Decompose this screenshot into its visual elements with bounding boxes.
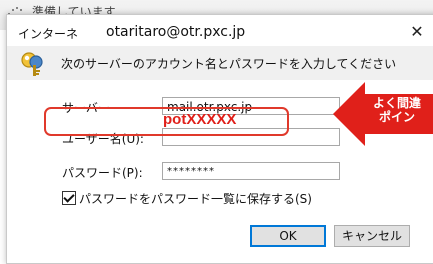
cancel-button[interactable]: キャンセル	[334, 225, 410, 247]
username-value-annotation: potXXXXX	[163, 111, 237, 128]
callout-line-2: ポイン	[379, 110, 416, 124]
save-password-label: パスワードをパスワード一覧に保存する(S)	[79, 192, 312, 206]
save-password-option[interactable]: パスワードをパスワード一覧に保存する(S)	[62, 190, 312, 207]
save-password-checkbox[interactable]	[62, 191, 76, 205]
close-button[interactable]: ✕	[405, 21, 429, 43]
password-label: パスワード(P):	[62, 166, 143, 180]
warning-callout: よく間違 ポイン	[333, 78, 433, 150]
dialog-titlebar: インターネ otaritaro@otr.pxc.jp ✕	[7, 15, 433, 46]
message-row: 次のサーバーのアカウント名とパスワードを入力してください	[7, 46, 433, 80]
dialog-title-app: インターネ	[18, 27, 79, 41]
prompt-message: 次のサーバーのアカウント名とパスワードを入力してください	[61, 57, 397, 71]
dialog-title-account: otaritaro@otr.pxc.jp	[106, 24, 246, 40]
key-icon	[21, 52, 43, 76]
callout-text: よく間違 ポイン	[373, 96, 421, 124]
password-input[interactable]: ********	[162, 162, 340, 180]
ok-button[interactable]: OK	[250, 225, 326, 247]
callout-line-1: よく間違	[373, 96, 422, 110]
close-icon: ✕	[410, 22, 424, 41]
